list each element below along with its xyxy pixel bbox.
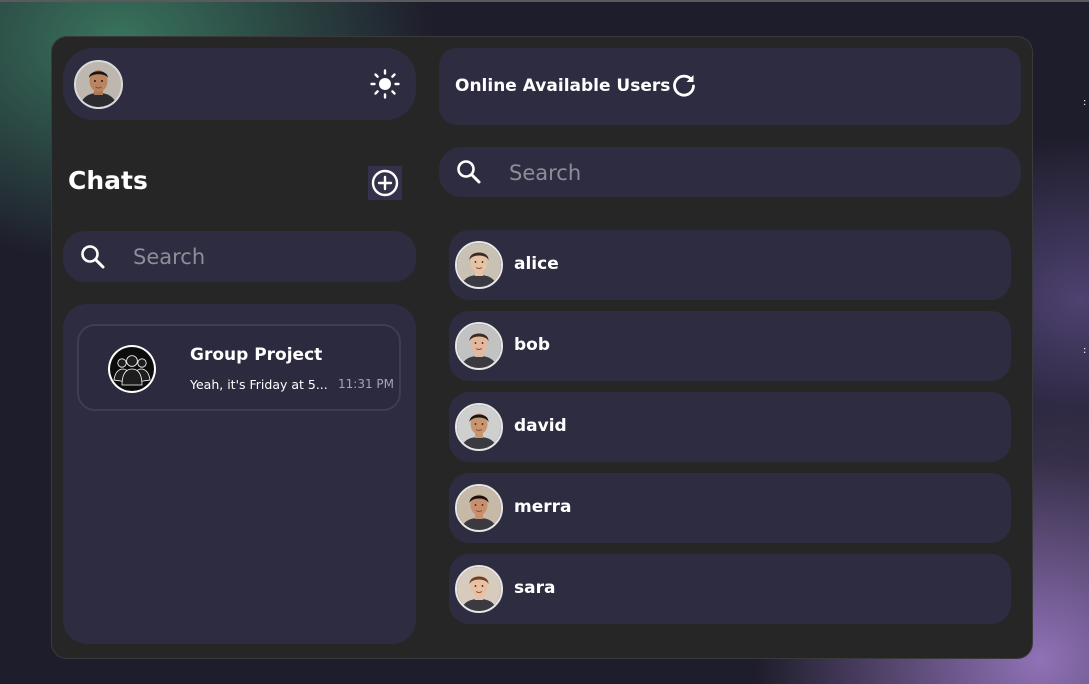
avatar-icon [457, 486, 501, 530]
chat-last-message: Yeah, it's Friday at 5... [190, 377, 328, 392]
online-users-title: Online Available Users [455, 76, 671, 96]
user-name: david [514, 416, 567, 436]
search-icon [457, 160, 481, 184]
add-chat-button[interactable] [368, 166, 402, 200]
refresh-icon [673, 74, 695, 97]
group-avatar [108, 345, 156, 393]
user-item-sara[interactable]: sara [449, 554, 1011, 624]
chats-title: Chats [68, 166, 148, 195]
user-item-merra[interactable]: merra [449, 473, 1011, 543]
avatar-icon [457, 567, 501, 611]
chat-timestamp: 11:31 PM [338, 377, 394, 391]
user-avatar [455, 565, 503, 613]
my-avatar[interactable] [74, 60, 123, 109]
user-item-alice[interactable]: alice [449, 230, 1011, 300]
avatar-icon [457, 324, 501, 368]
user-avatar [455, 241, 503, 289]
chat-search-input[interactable] [131, 242, 405, 272]
search-icon [81, 245, 105, 269]
edge-fragment: : [1083, 345, 1087, 356]
user-search-input[interactable] [507, 158, 991, 188]
avatar-icon [457, 405, 501, 449]
theme-toggle-button[interactable] [366, 67, 404, 101]
user-avatar [455, 403, 503, 451]
user-name: merra [514, 497, 572, 517]
user-item-david[interactable]: david [449, 392, 1011, 462]
user-avatar-icon [76, 62, 121, 107]
user-name: alice [514, 254, 559, 274]
edge-fragment: : [1083, 97, 1087, 108]
sun-icon [370, 69, 400, 99]
user-avatar [455, 322, 503, 370]
chat-search-bar [63, 231, 416, 282]
chat-item-group-project[interactable]: Group Project Yeah, it's Friday at 5... … [77, 324, 401, 411]
group-icon [110, 347, 154, 391]
chat-name: Group Project [190, 345, 323, 365]
user-search-bar [439, 147, 1021, 197]
user-name: sara [514, 578, 556, 598]
plus-circle-icon [371, 169, 399, 197]
window-top-border [0, 0, 1089, 2]
refresh-button[interactable] [670, 72, 698, 100]
user-avatar [455, 484, 503, 532]
user-name: bob [514, 335, 551, 355]
avatar-icon [457, 243, 501, 287]
user-item-bob[interactable]: bob [449, 311, 1011, 381]
